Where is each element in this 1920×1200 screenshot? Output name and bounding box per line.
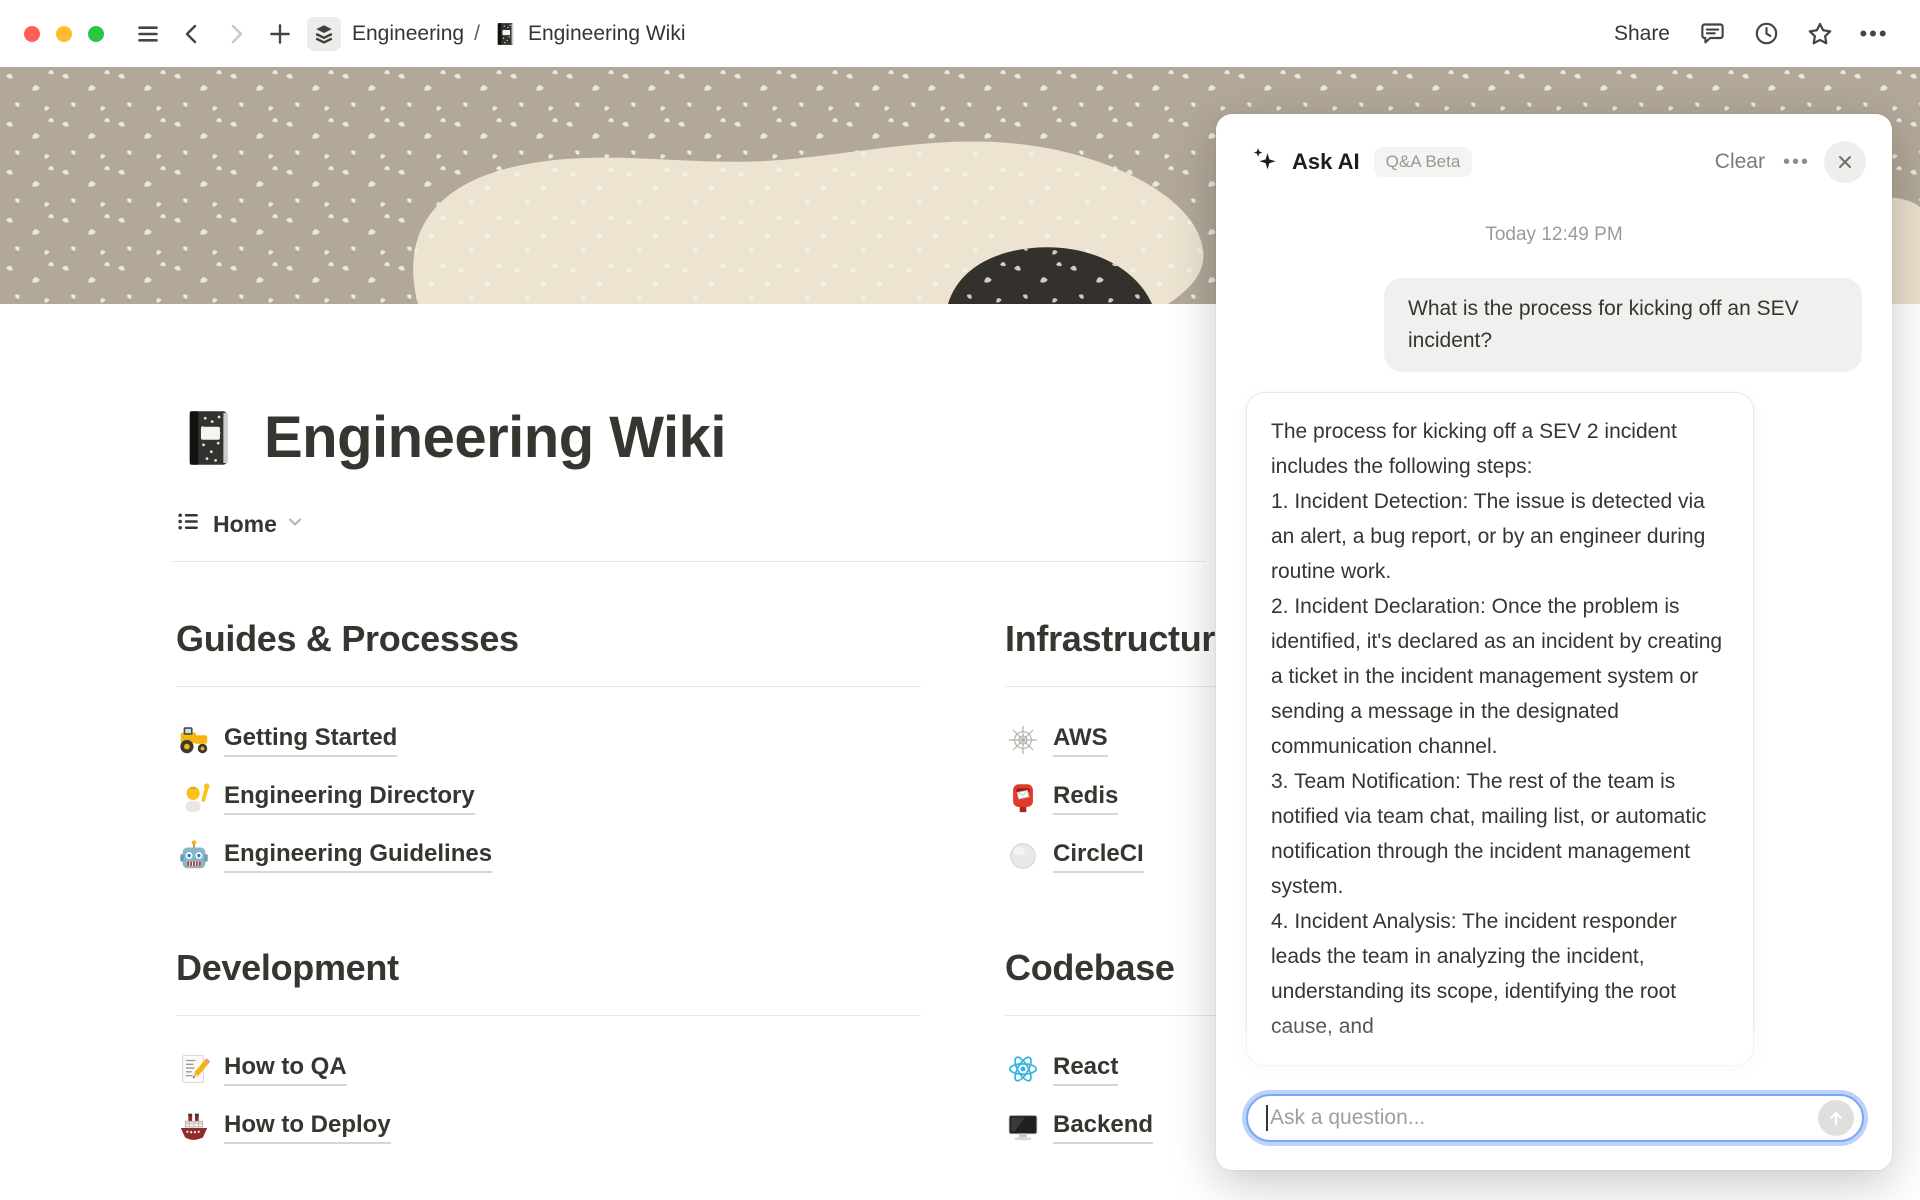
divider — [176, 1015, 921, 1016]
close-window-button[interactable] — [24, 26, 40, 42]
breadcrumb: Engineering / Engineering Wiki — [352, 21, 686, 47]
close-icon[interactable] — [1824, 141, 1866, 183]
page-link-label[interactable]: Redis — [1053, 782, 1118, 815]
page-link-label[interactable]: AWS — [1053, 724, 1108, 757]
page-link-label[interactable]: Engineering Directory — [224, 782, 475, 815]
toolbar: Engineering / Engineering Wiki Share ••• — [0, 0, 1920, 67]
page-link-engineering-directory[interactable]: Engineering Directory — [176, 769, 921, 827]
breadcrumb-page[interactable]: Engineering Wiki — [528, 22, 686, 46]
favorite-star-icon[interactable] — [1803, 17, 1837, 51]
view-tab-label: Home — [213, 511, 277, 538]
share-button[interactable]: Share — [1604, 18, 1680, 50]
tractor-icon — [176, 722, 212, 758]
forward-icon[interactable] — [219, 17, 253, 51]
page-link-label[interactable]: Engineering Guidelines — [224, 840, 492, 873]
section-title: Guides & Processes — [176, 618, 921, 660]
section-title: Development — [176, 947, 921, 989]
minimize-window-button[interactable] — [56, 26, 72, 42]
qa-beta-badge: Q&A Beta — [1374, 147, 1473, 177]
ask-ai-conversation: Today 12:49 PM What is the process for k… — [1216, 184, 1892, 1066]
page-link-how-to-qa[interactable]: How to QA — [176, 1040, 921, 1098]
page-link-how-to-deploy[interactable]: How to Deploy — [176, 1098, 921, 1156]
comments-icon[interactable] — [1695, 17, 1729, 51]
ask-ai-panel: Ask AI Q&A Beta Clear ••• Today 12:49 PM… — [1216, 114, 1892, 1170]
panel-more-options-icon[interactable]: ••• — [1783, 151, 1810, 174]
sparkles-ai-icon — [1250, 145, 1280, 180]
page-link-label[interactable]: React — [1053, 1053, 1118, 1086]
bulleted-list-icon — [176, 509, 201, 539]
back-icon[interactable] — [175, 17, 209, 51]
new-page-icon[interactable] — [263, 17, 297, 51]
page-notebook-icon — [176, 407, 238, 469]
notebook-icon — [492, 21, 518, 47]
page-link-label[interactable]: How to Deploy — [224, 1111, 391, 1144]
ask-question-inputbar[interactable] — [1246, 1094, 1864, 1142]
divider — [176, 686, 921, 687]
user-question-bubble: What is the process for kicking off an S… — [1384, 278, 1862, 372]
person-raising-hand-icon — [176, 780, 212, 816]
monitor-icon — [1005, 1109, 1041, 1145]
section-development: Development How to QA How to Deploy — [176, 947, 921, 1156]
memo-pencil-icon — [176, 1051, 212, 1087]
text-caret — [1266, 1105, 1268, 1131]
zoom-window-button[interactable] — [88, 26, 104, 42]
page-title: Engineering Wiki — [264, 404, 726, 471]
breadcrumb-separator: / — [474, 22, 480, 46]
postbox-icon — [1005, 780, 1041, 816]
teamspace-icon[interactable] — [307, 17, 341, 51]
ask-question-input[interactable] — [1270, 1106, 1818, 1130]
spider-web-icon — [1005, 722, 1041, 758]
page-link-label[interactable]: How to QA — [224, 1053, 347, 1086]
updates-clock-icon[interactable] — [1749, 17, 1783, 51]
page-link-label[interactable]: Getting Started — [224, 724, 397, 757]
more-options-icon[interactable]: ••• — [1857, 17, 1891, 51]
section-guides-processes: Guides & Processes Getting Started Engin… — [176, 618, 921, 885]
chevron-down-icon[interactable] — [285, 512, 305, 537]
page-link-label[interactable]: Backend — [1053, 1111, 1153, 1144]
page-link-getting-started[interactable]: Getting Started — [176, 711, 921, 769]
page-link-label[interactable]: CircleCI — [1053, 840, 1144, 873]
white-circle-icon — [1005, 838, 1041, 874]
notion-window: Engineering / Engineering Wiki Share ••• — [0, 0, 1920, 1200]
ai-answer-text: The process for kicking off a SEV 2 inci… — [1271, 414, 1729, 1044]
window-controls — [24, 26, 104, 42]
toolbar-actions: Share ••• — [1604, 17, 1896, 51]
user-question-text: What is the process for kicking off an S… — [1408, 293, 1838, 357]
ask-ai-header: Ask AI Q&A Beta Clear ••• — [1216, 114, 1892, 184]
ask-ai-title: Ask AI — [1292, 149, 1360, 175]
ship-icon — [176, 1109, 212, 1145]
page-link-engineering-guidelines[interactable]: Engineering Guidelines — [176, 827, 921, 885]
send-arrow-icon[interactable] — [1818, 1100, 1854, 1136]
ai-answer-card: The process for kicking off a SEV 2 inci… — [1246, 392, 1754, 1066]
divider — [171, 561, 1206, 562]
conversation-timestamp: Today 12:49 PM — [1246, 224, 1862, 246]
sidebar-toggle-icon[interactable] — [131, 17, 165, 51]
robot-icon — [176, 838, 212, 874]
clear-button[interactable]: Clear — [1707, 146, 1773, 178]
breadcrumb-workspace[interactable]: Engineering — [352, 22, 464, 46]
react-icon — [1005, 1051, 1041, 1087]
